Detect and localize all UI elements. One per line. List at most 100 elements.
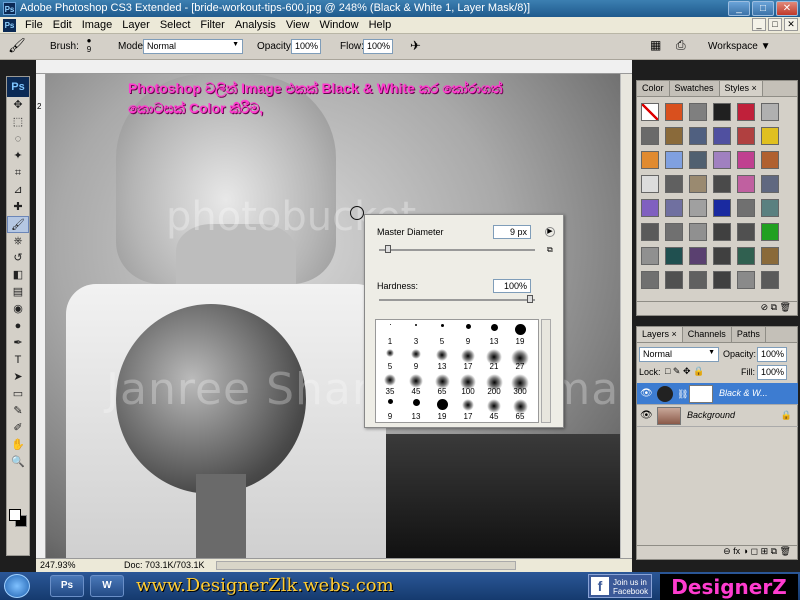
eye-icon[interactable]: 👁 <box>640 388 653 399</box>
zoom-level[interactable]: 247.93% <box>40 560 76 570</box>
brush-preset[interactable]: 65 <box>508 397 532 421</box>
style-swatch[interactable] <box>689 271 707 289</box>
brush-preset[interactable]: 21 <box>482 347 506 371</box>
style-swatch[interactable] <box>761 127 779 145</box>
blur-icon[interactable]: ◉ <box>7 301 29 318</box>
style-swatch[interactable] <box>737 103 755 121</box>
style-swatch[interactable] <box>713 247 731 265</box>
style-swatch[interactable] <box>689 151 707 169</box>
brush-preset[interactable]: 17 <box>456 347 480 371</box>
style-swatch[interactable] <box>689 223 707 241</box>
close-button[interactable]: ✕ <box>776 1 798 16</box>
start-button[interactable] <box>4 574 30 598</box>
crop-icon[interactable]: ⌗ <box>7 165 29 182</box>
dodge-icon[interactable]: ● <box>7 318 29 335</box>
pen-icon[interactable]: ✒ <box>7 335 29 352</box>
brush-preset[interactable]: 3 <box>404 322 428 346</box>
magic-wand-icon[interactable]: ✦ <box>7 148 29 165</box>
brush-preset[interactable]: 13 <box>404 397 428 421</box>
style-swatch[interactable] <box>713 223 731 241</box>
slice-icon[interactable]: ⊿ <box>7 182 29 199</box>
menu-filter[interactable]: Filter <box>195 19 229 31</box>
brush-preset[interactable]: 5 <box>378 347 402 371</box>
brush-preset[interactable]: 27 <box>508 347 532 371</box>
style-swatch[interactable] <box>641 271 659 289</box>
history-brush-icon[interactable]: ↺ <box>7 250 29 267</box>
style-swatch[interactable] <box>665 223 683 241</box>
brush-preset[interactable]: 45 <box>404 372 428 396</box>
lock-icons[interactable]: □ ✎ ✥ 🔒 <box>665 366 704 377</box>
menu-layer[interactable]: Layer <box>117 19 155 31</box>
palette-well-icon[interactable]: ▦ <box>650 38 661 52</box>
gradient-icon[interactable]: ▤ <box>7 284 29 301</box>
healing-icon[interactable]: ✚ <box>7 199 29 216</box>
tab-styles[interactable]: Styles × <box>719 81 763 96</box>
brush-preview[interactable]: ● 9 <box>84 36 94 54</box>
tab-color[interactable]: Color <box>637 81 670 96</box>
no-style-swatch[interactable] <box>641 103 659 121</box>
style-swatch[interactable] <box>761 199 779 217</box>
eyedropper-icon[interactable]: ✐ <box>7 420 29 437</box>
style-swatch[interactable] <box>737 223 755 241</box>
style-swatch[interactable] <box>641 247 659 265</box>
style-swatch[interactable] <box>665 199 683 217</box>
horizontal-scrollbar[interactable] <box>216 561 516 570</box>
style-swatch[interactable] <box>689 247 707 265</box>
brush-preset[interactable]: 9 <box>456 322 480 346</box>
style-swatch[interactable] <box>641 199 659 217</box>
brush-tool-icon[interactable]: 🖌 <box>8 37 26 54</box>
menu-file[interactable]: File <box>20 19 48 31</box>
shape-icon[interactable]: ▭ <box>7 386 29 403</box>
menu-view[interactable]: View <box>281 19 315 31</box>
style-swatch[interactable] <box>737 247 755 265</box>
layer-row-black-white[interactable]: 👁 ⛓ Black & W... <box>637 383 798 405</box>
zoom-icon[interactable]: 🔍 <box>7 454 29 471</box>
style-swatch[interactable] <box>737 127 755 145</box>
airbrush-icon[interactable]: ✈ <box>410 38 421 54</box>
doc-restore-button[interactable]: □ <box>768 18 782 31</box>
chain-icon[interactable]: ⛓ <box>677 389 688 400</box>
hardness-input[interactable]: 100% <box>493 279 531 293</box>
hand-icon[interactable]: ✋ <box>7 437 29 454</box>
minimize-button[interactable]: _ <box>728 1 750 16</box>
style-swatch[interactable] <box>713 199 731 217</box>
style-swatch[interactable] <box>761 247 779 265</box>
fill-input[interactable]: 100% <box>757 365 787 380</box>
tab-paths[interactable]: Paths <box>732 327 766 342</box>
diameter-slider-thumb[interactable] <box>385 245 391 253</box>
style-swatch[interactable] <box>641 151 659 169</box>
style-swatch[interactable] <box>737 271 755 289</box>
flow-input[interactable]: 100% <box>363 39 393 54</box>
brush-preset[interactable]: 65 <box>430 372 454 396</box>
brush-menu-arrow-icon[interactable]: ▶ <box>545 227 555 237</box>
style-swatch[interactable] <box>737 151 755 169</box>
style-swatch[interactable] <box>713 175 731 193</box>
stamp-icon[interactable]: ⎈ <box>7 233 29 250</box>
type-icon[interactable]: T <box>7 352 29 369</box>
menu-select[interactable]: Select <box>155 19 196 31</box>
style-swatch[interactable] <box>737 175 755 193</box>
diameter-slider[interactable] <box>379 249 535 251</box>
style-swatch[interactable] <box>689 127 707 145</box>
brush-preset[interactable]: 5 <box>430 322 454 346</box>
brush-preset[interactable]: 19 <box>508 322 532 346</box>
brush-preset[interactable]: 300 <box>508 372 532 396</box>
style-swatch[interactable] <box>713 103 731 121</box>
tab-swatches[interactable]: Swatches <box>670 81 720 96</box>
brush-preset[interactable]: 1 <box>378 322 402 346</box>
foreground-color-swatch[interactable] <box>9 509 21 521</box>
layer-name[interactable]: Black & W... <box>719 388 768 398</box>
brush-preset[interactable]: 45 <box>482 397 506 421</box>
path-select-icon[interactable]: ➤ <box>7 369 29 386</box>
vertical-scrollbar[interactable] <box>620 74 632 558</box>
doc-minimize-button[interactable]: _ <box>752 18 766 31</box>
facebook-badge[interactable]: f Join us in Facebook <box>588 574 652 598</box>
menu-help[interactable]: Help <box>364 19 397 31</box>
mode-select[interactable]: Normal <box>143 39 243 54</box>
style-swatch[interactable] <box>665 175 683 193</box>
taskbar-word[interactable]: W <box>90 575 124 597</box>
style-swatch[interactable] <box>713 151 731 169</box>
style-swatch[interactable] <box>641 175 659 193</box>
marquee-icon[interactable]: ⬚ <box>7 114 29 131</box>
style-swatch[interactable] <box>737 199 755 217</box>
